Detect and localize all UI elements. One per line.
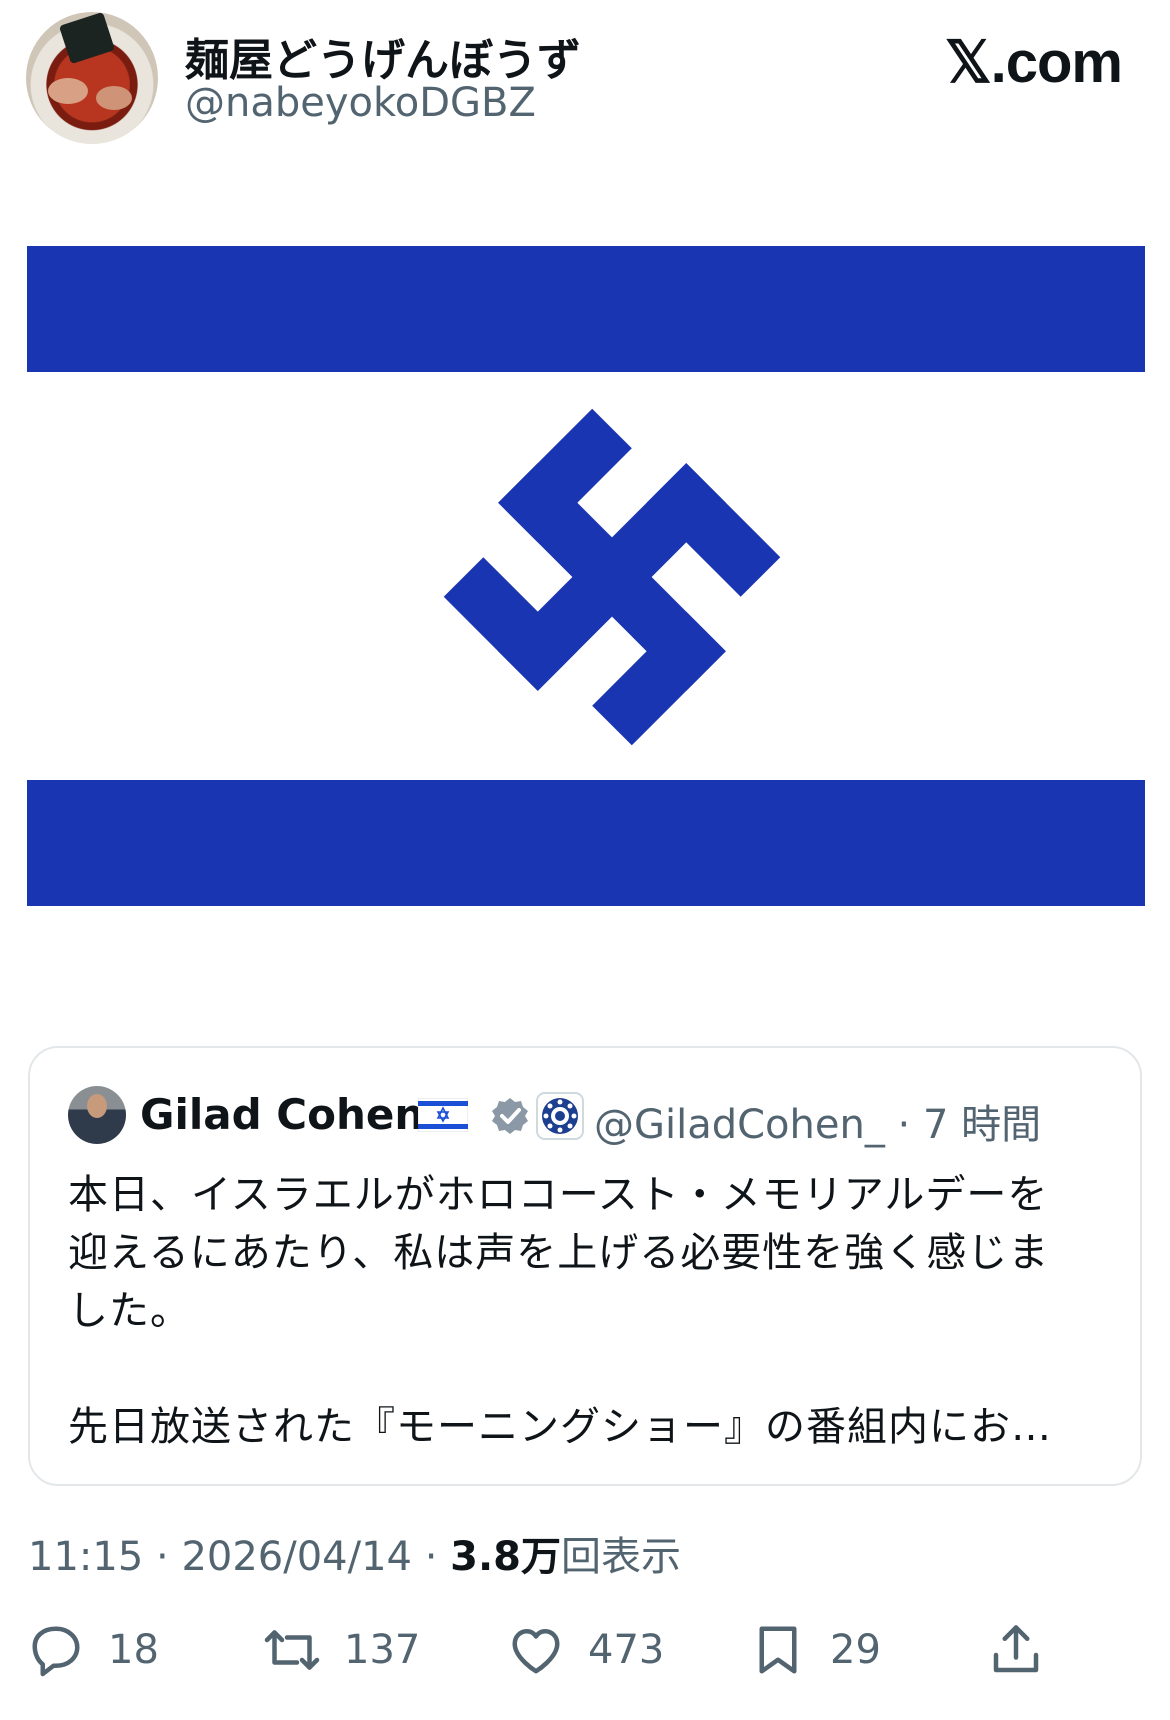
quoted-post-text: 本日、イスラエルがホロコースト・メモリアルデーを 迎えるにあたり、私は声を上げる… <box>68 1166 1108 1456</box>
action-bar: 18 137 473 29 <box>0 1610 1170 1700</box>
bookmark-count: 29 <box>830 1627 881 1673</box>
flag-stripe-bottom <box>27 780 1145 906</box>
reply-icon <box>32 1626 80 1677</box>
government-affiliation-icon <box>536 1092 584 1140</box>
like-button[interactable]: 473 <box>506 1610 664 1690</box>
verified-badge-icon <box>492 1098 528 1134</box>
quoted-handle-time[interactable]: @GiladCohen_ · 7 時間 <box>594 1092 1041 1150</box>
reply-count: 18 <box>108 1627 159 1673</box>
share-icon <box>993 1625 1039 1673</box>
bookmark-icon <box>759 1626 797 1674</box>
flag-emblem-icon <box>443 408 781 746</box>
quoted-text-line: した。 <box>68 1288 191 1334</box>
post-image[interactable] <box>27 246 1145 906</box>
post-header: 麺屋どうげんぼうず @nabeyokoDGBZ 𝕏.com <box>0 0 1170 170</box>
israel-flag-icon <box>418 1098 468 1132</box>
bookmark-button[interactable]: 29 <box>748 1610 881 1690</box>
meta-separator: · <box>424 1534 438 1580</box>
heart-icon <box>512 1629 560 1674</box>
flag-stripe-top <box>27 246 1145 372</box>
post-time[interactable]: 11:15 <box>28 1534 143 1580</box>
share-button[interactable] <box>986 1610 1046 1690</box>
quoted-text-line: 迎えるにあたり、私は声を上げる必要性を強く感じま <box>68 1230 1050 1276</box>
quoted-author-avatar[interactable] <box>68 1086 126 1144</box>
like-count: 473 <box>588 1627 665 1673</box>
author-avatar[interactable] <box>26 12 158 144</box>
x-logo: 𝕏.com <box>944 30 1123 95</box>
author-display-name[interactable]: 麺屋どうげんぼうず <box>185 24 581 88</box>
quoted-author-name[interactable]: Gilad Cohen <box>140 1090 424 1139</box>
repost-button[interactable]: 137 <box>262 1610 420 1690</box>
views-count[interactable]: 3.8万 <box>450 1534 561 1580</box>
post-meta: 11:15 · 2026/04/14 · 3.8万回表示 <box>28 1524 681 1582</box>
post-date[interactable]: 2026/04/14 <box>181 1534 412 1580</box>
views-label: 回表示 <box>561 1534 681 1580</box>
repost-count: 137 <box>344 1627 421 1673</box>
author-handle[interactable]: @nabeyokoDGBZ <box>185 80 536 126</box>
repost-icon <box>264 1630 320 1670</box>
quoted-text-line: 本日、イスラエルがホロコースト・メモリアルデーを <box>68 1172 1049 1218</box>
reply-button[interactable]: 18 <box>26 1610 159 1690</box>
meta-separator: · <box>156 1534 169 1580</box>
quoted-text-line: 先日放送された『モーニングショー』の番組内にお… <box>68 1404 1052 1450</box>
quoted-post[interactable]: Gilad Cohen @GiladCohen_ · 7 時間 本日、イスラエル… <box>28 1046 1142 1486</box>
